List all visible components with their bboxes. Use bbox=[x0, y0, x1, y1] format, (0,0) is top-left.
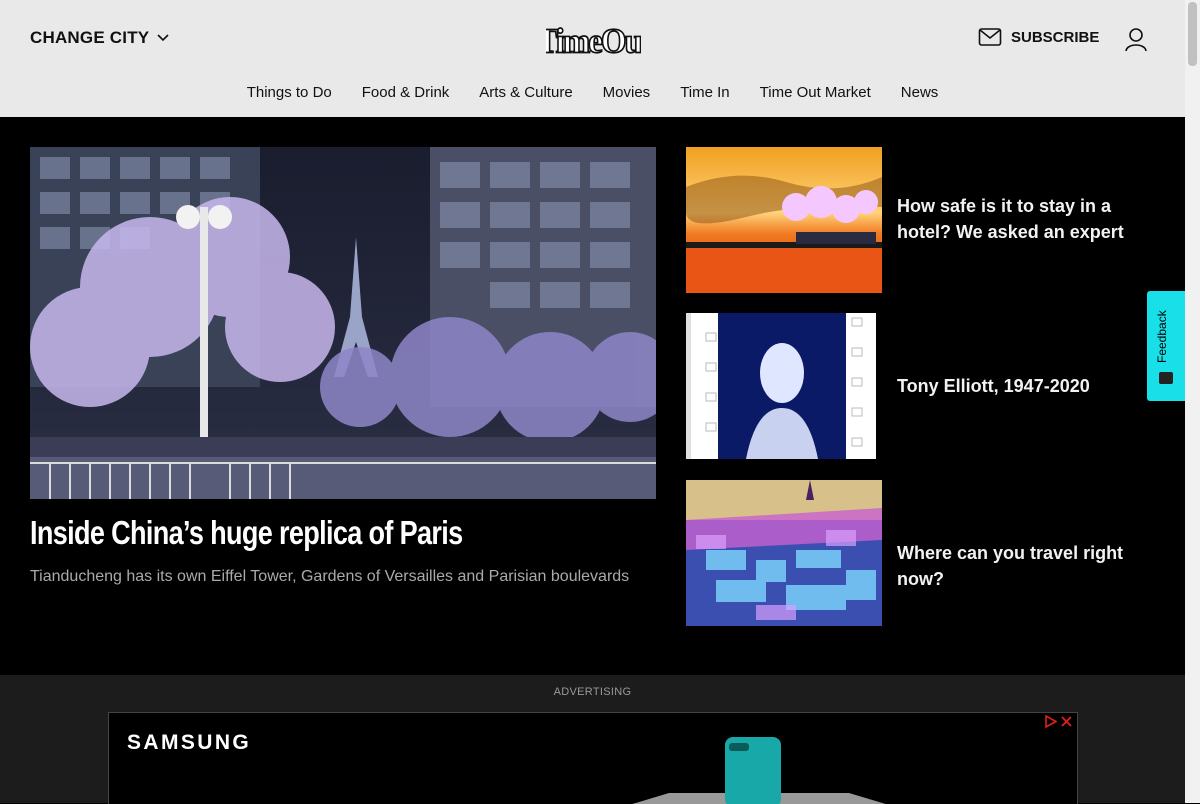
side-article-1[interactable]: How safe is it to stay in a hotel? We as… bbox=[686, 147, 1166, 293]
site-header: CHANGE CITY TimeOut SUBSCRIBE Things to … bbox=[0, 0, 1185, 117]
ad-banner[interactable]: SAMSUNG bbox=[108, 712, 1078, 804]
feedback-label: Feedback bbox=[1155, 310, 1169, 363]
user-icon bbox=[1125, 28, 1147, 52]
ad-brand: SAMSUNG bbox=[127, 731, 252, 754]
nav-movies[interactable]: Movies bbox=[588, 84, 666, 101]
hero-image[interactable] bbox=[30, 147, 656, 499]
nav-food-drink[interactable]: Food & Drink bbox=[347, 84, 465, 101]
hero-title[interactable]: Inside China’s huge replica of Paris bbox=[30, 514, 543, 552]
side-article-image[interactable] bbox=[686, 480, 882, 626]
main-nav: Things to Do Food & Drink Arts & Culture… bbox=[0, 84, 1185, 101]
feedback-tab[interactable]: Feedback bbox=[1147, 291, 1185, 401]
nav-time-in[interactable]: Time In bbox=[665, 84, 744, 101]
nav-things-to-do[interactable]: Things to Do bbox=[232, 84, 347, 101]
side-article-image[interactable] bbox=[686, 313, 882, 459]
side-article-title[interactable]: Where can you travel right now? bbox=[897, 540, 1167, 592]
side-article-title[interactable]: How safe is it to stay in a hotel? We as… bbox=[897, 193, 1167, 245]
mail-icon bbox=[978, 28, 1002, 46]
scrollbar-thumb[interactable] bbox=[1188, 2, 1197, 66]
side-article-3[interactable]: Where can you travel right now? bbox=[686, 480, 1166, 626]
close-icon[interactable] bbox=[1060, 715, 1073, 728]
ad-label: ADVERTISING bbox=[553, 686, 632, 698]
side-article-image[interactable] bbox=[686, 147, 882, 293]
hero-subtitle: Tianducheng has its own Eiffel Tower, Ga… bbox=[30, 568, 630, 585]
nav-arts-culture[interactable]: Arts & Culture bbox=[464, 84, 587, 101]
adchoices-icon[interactable] bbox=[1044, 714, 1058, 729]
subscribe-label: SUBSCRIBE bbox=[1011, 28, 1100, 46]
change-city-label: CHANGE CITY bbox=[30, 28, 150, 47]
side-article-title[interactable]: Tony Elliott, 1947-2020 bbox=[897, 373, 1167, 399]
ad-controls bbox=[1044, 714, 1073, 729]
chevron-down-icon bbox=[157, 34, 169, 42]
change-city-button[interactable]: CHANGE CITY bbox=[30, 28, 169, 48]
timeout-logo[interactable]: TimeOut bbox=[535, 20, 655, 62]
svg-text:TimeOut: TimeOut bbox=[546, 23, 641, 60]
account-button[interactable] bbox=[1123, 27, 1149, 53]
subscribe-button[interactable]: SUBSCRIBE bbox=[978, 27, 1099, 47]
feedback-icon bbox=[1159, 372, 1173, 384]
nav-time-out-market[interactable]: Time Out Market bbox=[745, 84, 886, 101]
nav-news[interactable]: News bbox=[886, 84, 954, 101]
side-article-2[interactable]: Tony Elliott, 1947-2020 bbox=[686, 313, 1166, 459]
page-scrollbar[interactable] bbox=[1185, 0, 1200, 803]
ad-product-image bbox=[632, 737, 886, 804]
